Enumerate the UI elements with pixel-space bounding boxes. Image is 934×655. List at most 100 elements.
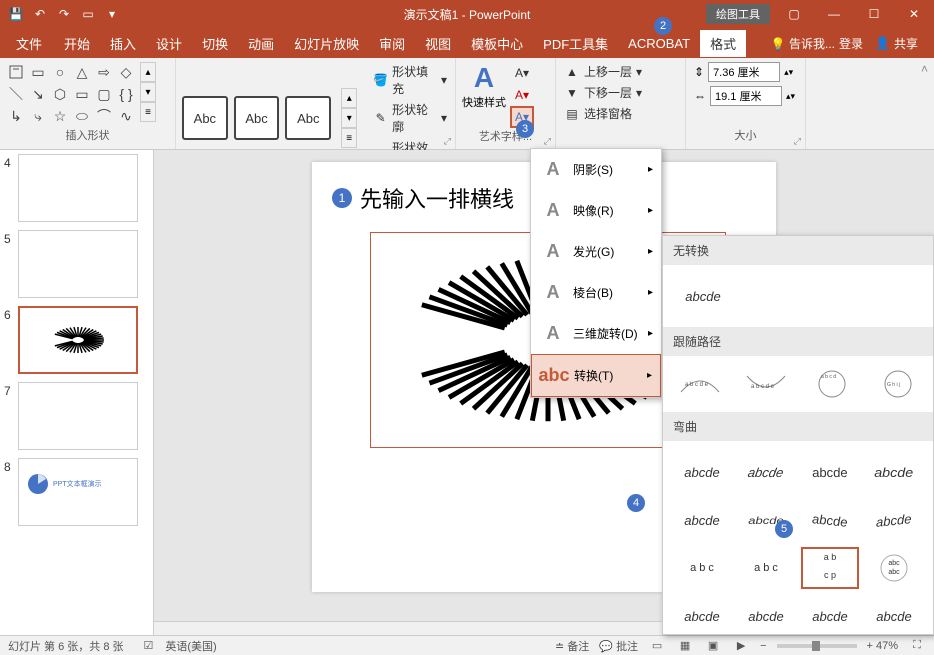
normal-view-icon[interactable]: ▭ <box>648 639 666 653</box>
height-stepper[interactable]: ▴▾ <box>784 67 793 78</box>
comments-button[interactable]: 💬 批注 <box>599 638 638 654</box>
shape-rect-icon[interactable]: ▭ <box>28 62 48 82</box>
shape-callout-icon[interactable]: ⬭ <box>72 106 92 126</box>
shape-textbox-icon[interactable] <box>6 62 26 82</box>
fx-shadow[interactable]: A阴影(S)▸ <box>531 149 661 190</box>
share-button[interactable]: 👤 共享 <box>867 33 926 54</box>
warp-option-0[interactable]: abcde <box>673 451 731 493</box>
notes-button[interactable]: ≐ 备注 <box>555 638 589 654</box>
acrobat-menu[interactable]: ACROBAT <box>618 32 700 55</box>
shape-diamond-icon[interactable]: ◇ <box>116 62 136 82</box>
path-button[interactable]: G h i j <box>875 366 921 402</box>
minimize-icon[interactable]: — <box>818 2 850 26</box>
wordart-launcher-icon[interactable]: ⤢ <box>544 136 551 147</box>
shape-star-icon[interactable]: ☆ <box>50 106 70 126</box>
shape-rounded-icon[interactable]: ▢ <box>94 84 114 104</box>
send-backward-button[interactable]: ▼下移一层 ▾ <box>562 83 679 102</box>
warp-option-15[interactable]: abcde <box>865 595 923 635</box>
shapes-expand-icon[interactable]: ≡ <box>140 102 156 122</box>
format-menu[interactable]: 格式 <box>700 30 746 57</box>
slide-thumbnails[interactable]: 4 5 6 7 8 PPT文本框演示 <box>0 150 154 635</box>
warp-option-6[interactable]: abcde <box>801 499 859 541</box>
fx-transform[interactable]: abc转换(T)▸ <box>531 354 661 397</box>
shape-line-arrow-icon[interactable]: ↘ <box>28 84 48 104</box>
reading-view-icon[interactable]: ▣ <box>704 639 722 653</box>
path-circle[interactable]: a b c d <box>809 366 855 402</box>
animations-menu[interactable]: 动画 <box>238 30 284 57</box>
slide-counter[interactable]: 幻灯片 第 6 张，共 8 张 <box>8 638 124 654</box>
zoom-out-icon[interactable]: − <box>760 640 766 652</box>
warp-option-10[interactable]: a bc p <box>801 547 859 589</box>
styles-expand-icon[interactable]: ≡ <box>341 128 357 148</box>
shape-arc-icon[interactable]: ⌒ <box>94 106 114 126</box>
warp-option-1[interactable]: abcde <box>737 451 795 493</box>
qat-more-icon[interactable]: ▾ <box>104 6 120 22</box>
warp-option-2[interactable]: abcde <box>801 451 859 493</box>
thumbnail-8[interactable]: PPT文本框演示 <box>18 458 138 526</box>
spell-check-icon[interactable]: ☑ <box>144 639 154 652</box>
shape-style-preset-1[interactable]: Abc <box>182 96 228 140</box>
fx-reflection[interactable]: A映像(R)▸ <box>531 190 661 231</box>
quick-styles-button[interactable]: A 快速样式 <box>462 62 506 110</box>
zoom-level[interactable]: + 47% <box>867 640 899 652</box>
fx-3d-rotation[interactable]: A三维旋转(D)▸ <box>531 313 661 354</box>
warp-option-13[interactable]: abcde <box>737 595 795 635</box>
selection-pane-button[interactable]: ▤选择窗格 <box>562 104 679 123</box>
design-menu[interactable]: 设计 <box>146 30 192 57</box>
shape-styles-launcher-icon[interactable]: ⤢ <box>444 136 451 147</box>
shape-curve-icon[interactable]: ∿ <box>116 106 136 126</box>
warp-option-9[interactable]: a b c <box>737 547 795 589</box>
warp-option-11[interactable]: abcabc <box>865 547 923 589</box>
thumbnail-4[interactable] <box>18 154 138 222</box>
slideshow-menu[interactable]: 幻灯片放映 <box>284 30 369 57</box>
home-menu[interactable]: 开始 <box>54 30 100 57</box>
shape-circle-icon[interactable]: ○ <box>50 62 70 82</box>
size-launcher-icon[interactable]: ⤢ <box>794 136 801 147</box>
signin-button[interactable]: 登录 <box>839 35 863 52</box>
styles-scroll-down-icon[interactable]: ▾ <box>341 108 357 128</box>
shape-triangle-icon[interactable]: △ <box>72 62 92 82</box>
template-menu[interactable]: 模板中心 <box>461 30 533 57</box>
warp-option-7[interactable]: abcde <box>865 499 923 541</box>
shape-connector-icon[interactable]: ↳ <box>6 106 26 126</box>
no-transform-option[interactable]: abcde <box>673 275 733 317</box>
slideshow-view-icon[interactable]: ▶ <box>732 639 750 653</box>
review-menu[interactable]: 审阅 <box>369 30 415 57</box>
shapes-scroll-down-icon[interactable]: ▾ <box>140 82 156 102</box>
height-input[interactable] <box>708 62 780 82</box>
tell-me[interactable]: 💡 告诉我... <box>771 35 835 52</box>
maximize-icon[interactable]: ☐ <box>858 2 890 26</box>
collapse-ribbon-icon[interactable]: ˄ <box>921 62 928 76</box>
insert-menu[interactable]: 插入 <box>100 30 146 57</box>
text-outline-button[interactable]: A▾ <box>510 84 534 106</box>
styles-scroll-up-icon[interactable]: ▴ <box>341 88 357 108</box>
shape-arrow-icon[interactable]: ⇨ <box>94 62 114 82</box>
warp-option-14[interactable]: abcde <box>801 595 859 635</box>
shape-line-icon[interactable]: ＼ <box>6 84 26 104</box>
shape-style-preset-3[interactable]: Abc <box>285 96 331 140</box>
shape-style-preset-2[interactable]: Abc <box>234 96 280 140</box>
warp-option-8[interactable]: a b c <box>673 547 731 589</box>
shapes-scroll-up-icon[interactable]: ▴ <box>140 62 156 82</box>
fit-to-window-icon[interactable]: ⛶ <box>908 639 926 653</box>
shape-hexagon-icon[interactable]: ⬡ <box>50 84 70 104</box>
view-menu[interactable]: 视图 <box>415 30 461 57</box>
save-icon[interactable]: 💾 <box>8 6 24 22</box>
thumbnail-5[interactable] <box>18 230 138 298</box>
ribbon-display-icon[interactable]: ▢ <box>778 2 810 26</box>
warp-option-12[interactable]: abcde <box>673 595 731 635</box>
transitions-menu[interactable]: 切换 <box>192 30 238 57</box>
path-arch-down[interactable]: a b c d e <box>677 366 723 402</box>
fx-glow[interactable]: A发光(G)▸ <box>531 231 661 272</box>
file-menu[interactable]: 文件 <box>4 30 54 57</box>
shape-rect2-icon[interactable]: ▭ <box>72 84 92 104</box>
shape-brace-icon[interactable]: { } <box>116 84 136 104</box>
thumbnail-7[interactable] <box>18 382 138 450</box>
fx-bevel[interactable]: A棱台(B)▸ <box>531 272 661 313</box>
thumbnail-6[interactable] <box>18 306 138 374</box>
warp-option-4[interactable]: abcde <box>673 499 731 541</box>
sorter-view-icon[interactable]: ▦ <box>676 639 694 653</box>
width-input[interactable] <box>710 86 782 106</box>
pdf-menu[interactable]: PDF工具集 <box>533 30 618 57</box>
shape-fill-button[interactable]: 🪣形状填充 ▾ <box>371 62 449 98</box>
